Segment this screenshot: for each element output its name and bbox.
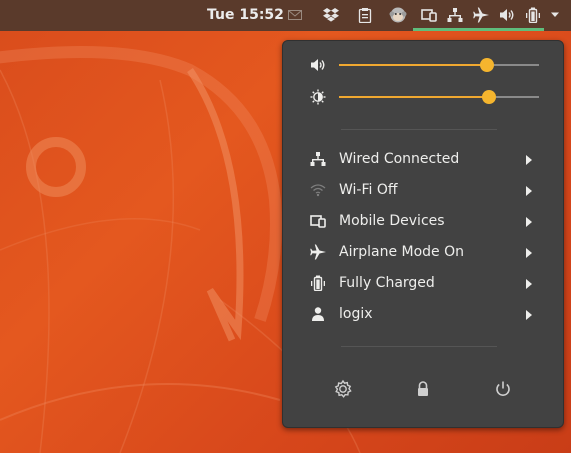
volume-slider[interactable] — [339, 58, 539, 72]
brightness-slider-fill — [339, 96, 489, 98]
chevron-down-icon[interactable] — [550, 11, 560, 19]
submenu-arrow-icon — [526, 310, 532, 320]
mail-icon[interactable] — [287, 7, 303, 23]
volume-slider-handle[interactable] — [480, 58, 494, 72]
menu-item-battery[interactable]: Fully Charged — [283, 268, 563, 299]
menu-item-user[interactable]: logix — [283, 299, 563, 330]
brightness-slider-handle[interactable] — [482, 90, 496, 104]
submenu-arrow-icon — [526, 217, 532, 227]
clipboard-icon[interactable] — [357, 7, 373, 23]
mobile-devices-icon — [310, 213, 326, 229]
menu-item-label: Wired Connected — [339, 151, 460, 167]
system-menu: Wired Connected Wi-Fi Off Mobile Devices… — [282, 40, 564, 428]
mobile-devices-icon[interactable] — [421, 7, 437, 23]
network-wired-icon[interactable] — [447, 7, 463, 23]
dropbox-icon[interactable] — [323, 7, 339, 23]
submenu-arrow-icon — [526, 279, 532, 289]
menu-item-mobile-devices[interactable]: Mobile Devices — [283, 206, 563, 237]
brightness-icon — [310, 89, 326, 109]
network-wired-icon — [310, 151, 326, 167]
volume-icon[interactable] — [499, 7, 515, 23]
brightness-slider[interactable] — [339, 90, 539, 104]
settings-icon[interactable] — [333, 379, 353, 399]
battery-icon — [310, 275, 326, 292]
menu-item-wired[interactable]: Wired Connected — [283, 144, 563, 175]
menu-item-label: Wi-Fi Off — [339, 182, 398, 198]
clock[interactable]: Tue 15:52 — [207, 7, 284, 23]
user-icon — [310, 306, 326, 322]
volume-icon — [310, 57, 326, 77]
submenu-arrow-icon — [526, 186, 532, 196]
wifi-icon — [310, 182, 326, 198]
menu-item-wifi[interactable]: Wi-Fi Off — [283, 175, 563, 206]
active-indicator-strip — [413, 28, 544, 31]
lock-icon[interactable] — [413, 379, 433, 399]
top-bar: Tue 15:52 — [0, 0, 571, 31]
volume-slider-fill — [339, 64, 487, 66]
submenu-arrow-icon — [526, 155, 532, 165]
battery-icon[interactable] — [525, 7, 541, 23]
airplane-icon[interactable] — [473, 7, 489, 23]
brightness-slider-row[interactable] — [283, 85, 563, 109]
separator — [341, 346, 497, 347]
volume-slider-row[interactable] — [283, 53, 563, 77]
monkey-icon[interactable] — [389, 6, 407, 24]
separator — [341, 129, 497, 130]
menu-item-label: Airplane Mode On — [339, 244, 465, 260]
power-icon[interactable] — [493, 379, 513, 399]
menu-item-label: Fully Charged — [339, 275, 435, 291]
menu-item-label: Mobile Devices — [339, 213, 445, 229]
airplane-icon — [310, 244, 326, 260]
menu-item-airplane-mode[interactable]: Airplane Mode On — [283, 237, 563, 268]
menu-item-label: logix — [339, 306, 373, 322]
submenu-arrow-icon — [526, 248, 532, 258]
